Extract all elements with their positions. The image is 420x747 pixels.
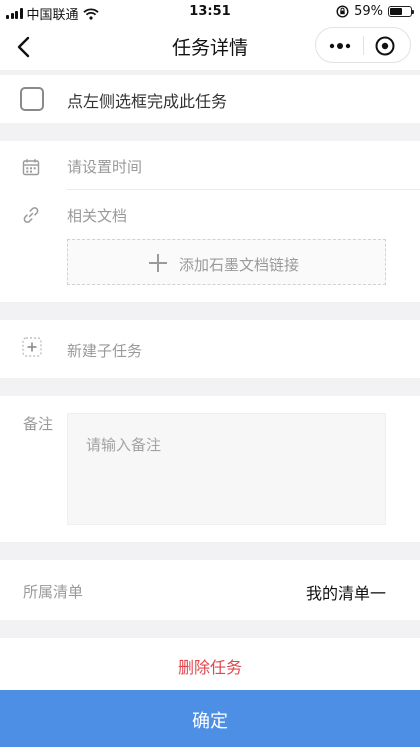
mini-program-capsule	[315, 27, 411, 63]
subtask-section	[0, 320, 420, 378]
task-complete-checkbox[interactable]	[20, 87, 44, 111]
status-bar: 中国联通 13:51 59%	[0, 0, 420, 24]
delete-task-label: 删除任务	[177, 658, 242, 677]
calendar-icon	[22, 159, 40, 176]
confirm-button[interactable]: 确定	[0, 690, 420, 747]
time-field[interactable]: 请设置时间	[67, 156, 142, 177]
link-icon	[23, 207, 39, 223]
battery-fill	[390, 8, 402, 15]
plus-icon	[149, 254, 167, 272]
add-doc-link-button[interactable]: 添加石墨文档链接	[67, 239, 386, 285]
related-docs-label: 相关文档	[67, 207, 128, 225]
new-subtask-button[interactable]: 新建子任务	[67, 340, 142, 361]
task-complete-hint: 点左侧选框完成此任务	[67, 92, 228, 111]
capsule-divider	[363, 36, 364, 55]
close-miniprogram-button[interactable]	[374, 35, 396, 57]
status-right: 59%	[336, 4, 414, 19]
row-divider	[67, 189, 420, 190]
list-label: 所属清单	[23, 583, 84, 601]
add-subtask-icon	[22, 337, 42, 357]
add-doc-link-label: 添加石墨文档链接	[179, 256, 300, 274]
notes-label: 备注	[23, 415, 54, 433]
nav-bar: 任务详情	[0, 24, 420, 70]
confirm-label: 确定	[192, 711, 228, 732]
battery-percent: 59%	[354, 4, 383, 19]
orientation-lock-icon	[336, 5, 349, 18]
notes-placeholder: 请输入备注	[86, 436, 162, 454]
list-value: 我的清单一	[305, 584, 386, 603]
battery-icon	[388, 6, 414, 17]
notes-textarea[interactable]: 请输入备注	[67, 413, 386, 525]
more-dots-icon	[329, 43, 351, 49]
delete-task-button[interactable]: 删除任务	[0, 638, 420, 690]
more-button[interactable]	[328, 37, 352, 55]
target-icon	[375, 36, 395, 56]
